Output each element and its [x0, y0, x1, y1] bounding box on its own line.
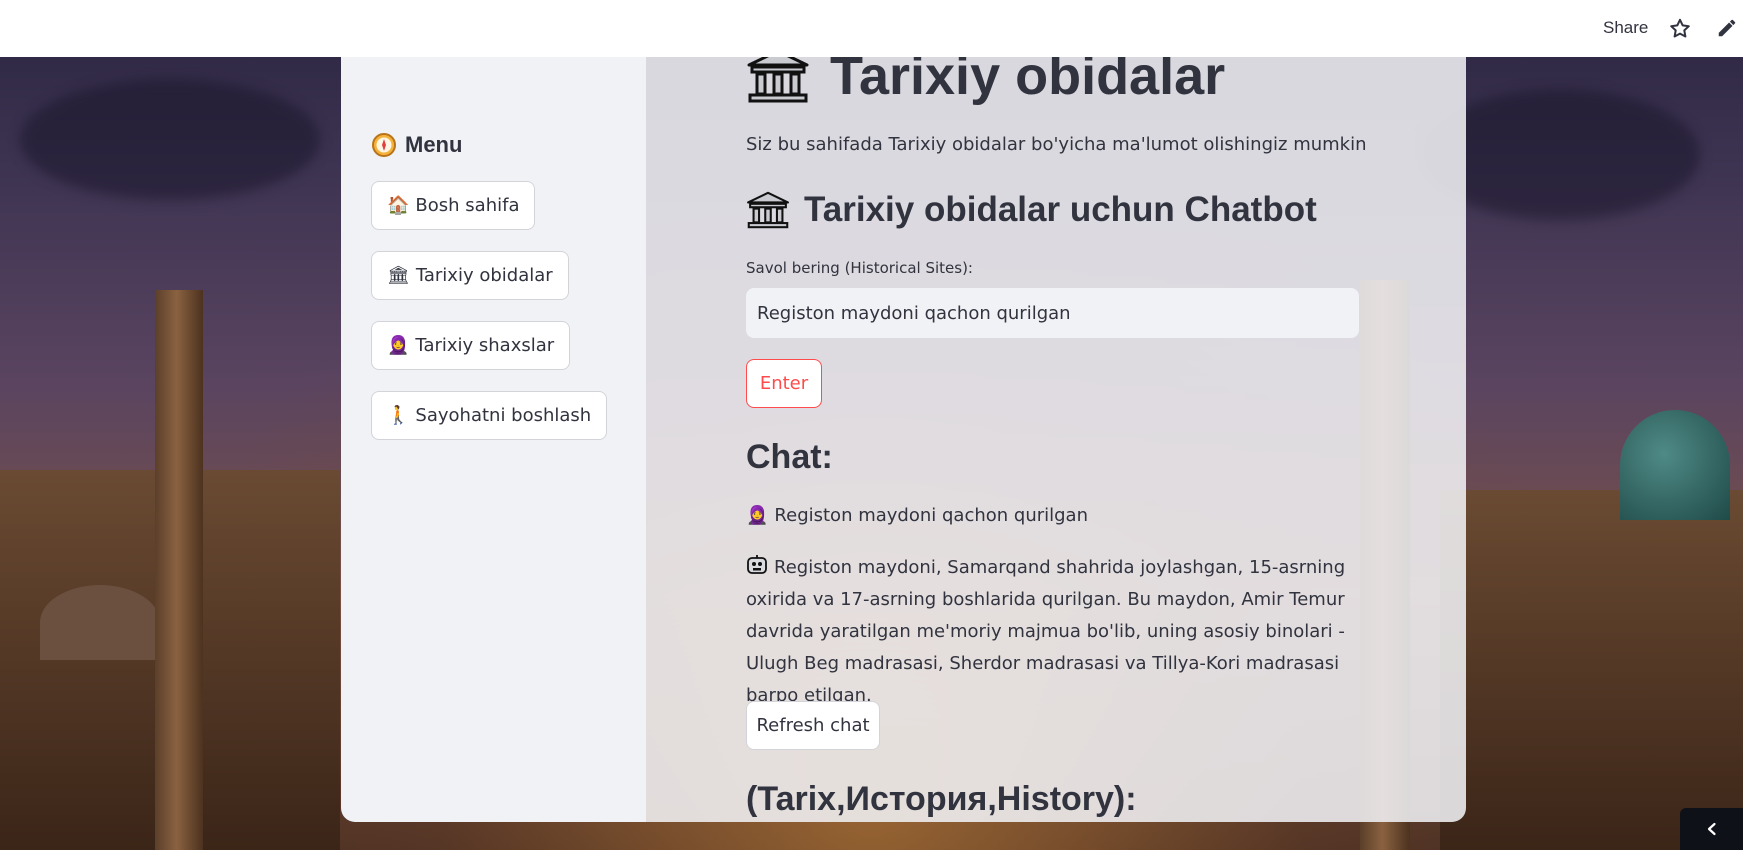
house-icon: 🏠: [387, 195, 410, 216]
background-cloud: [20, 80, 320, 200]
enter-button[interactable]: Enter: [746, 359, 822, 408]
chevron-left-icon: [1707, 822, 1716, 836]
sidebar: Menu 🏠 Bosh sahifa 🏛 Tarixiy obidalar 🧕 …: [341, 25, 646, 822]
sidebar-item-label: Bosh sahifa: [415, 195, 520, 216]
classical-building-icon: [747, 191, 789, 229]
share-button[interactable]: Share: [1603, 18, 1648, 38]
classical-building-icon: 🏛: [387, 265, 410, 286]
robot-icon: [747, 555, 767, 574]
sidebar-item-sayohatni-boshlash[interactable]: 🚶 Sayohatni boshlash: [371, 391, 608, 440]
sidebar-item-label: Tarixiy obidalar: [415, 265, 553, 286]
star-icon[interactable]: [1668, 17, 1692, 41]
user-message: 🧕 Registon maydoni qachon qurilgan: [746, 505, 1088, 526]
question-input[interactable]: [746, 288, 1359, 338]
chatbot-heading: Tarixiy obidalar uchun Chatbot: [746, 190, 1317, 230]
top-bar: Share: [0, 0, 1743, 57]
collapse-sidebar-button[interactable]: [1680, 808, 1743, 850]
background-minaret: [155, 290, 203, 850]
chat-heading: Chat:: [746, 438, 833, 476]
page-subtitle: Siz bu sahifada Tarixiy obidalar bo'yich…: [746, 134, 1367, 155]
background-dome: [1620, 410, 1730, 520]
sidebar-item-label: Tarixiy shaxslar: [415, 335, 555, 356]
background-building: [1440, 490, 1743, 850]
question-label: Savol bering (Historical Sites):: [746, 259, 973, 277]
walking-person-icon: 🚶: [387, 405, 410, 426]
sidebar-item-tarixiy-shaxslar[interactable]: 🧕 Tarixiy shaxslar: [371, 321, 571, 370]
bot-message-text: Registon maydoni, Samarqand shahrida joy…: [746, 557, 1346, 706]
user-message-text: Registon maydoni qachon qurilgan: [774, 505, 1088, 526]
sidebar-item-label: Sayohatni boshlash: [415, 405, 592, 426]
sidebar-menu-title: Menu: [371, 132, 462, 158]
background-dome: [40, 585, 160, 660]
person-icon: 🧕: [387, 335, 410, 356]
sidebar-item-tarixiy-obidalar[interactable]: 🏛 Tarixiy obidalar: [371, 251, 569, 300]
menu-title-text: Menu: [405, 132, 463, 157]
compass-icon: [372, 133, 396, 157]
pencil-icon[interactable]: [1716, 17, 1738, 39]
chatbot-heading-text: Tarixiy obidalar uchun Chatbot: [804, 190, 1317, 229]
bot-message: Registon maydoni, Samarqand shahrida joy…: [746, 552, 1366, 712]
sidebar-item-bosh-sahifa[interactable]: 🏠 Bosh sahifa: [371, 181, 536, 230]
history-heading: (Tarix,История,History):: [746, 780, 1137, 818]
refresh-chat-button[interactable]: Refresh chat: [746, 701, 880, 750]
person-icon: 🧕: [746, 505, 769, 526]
